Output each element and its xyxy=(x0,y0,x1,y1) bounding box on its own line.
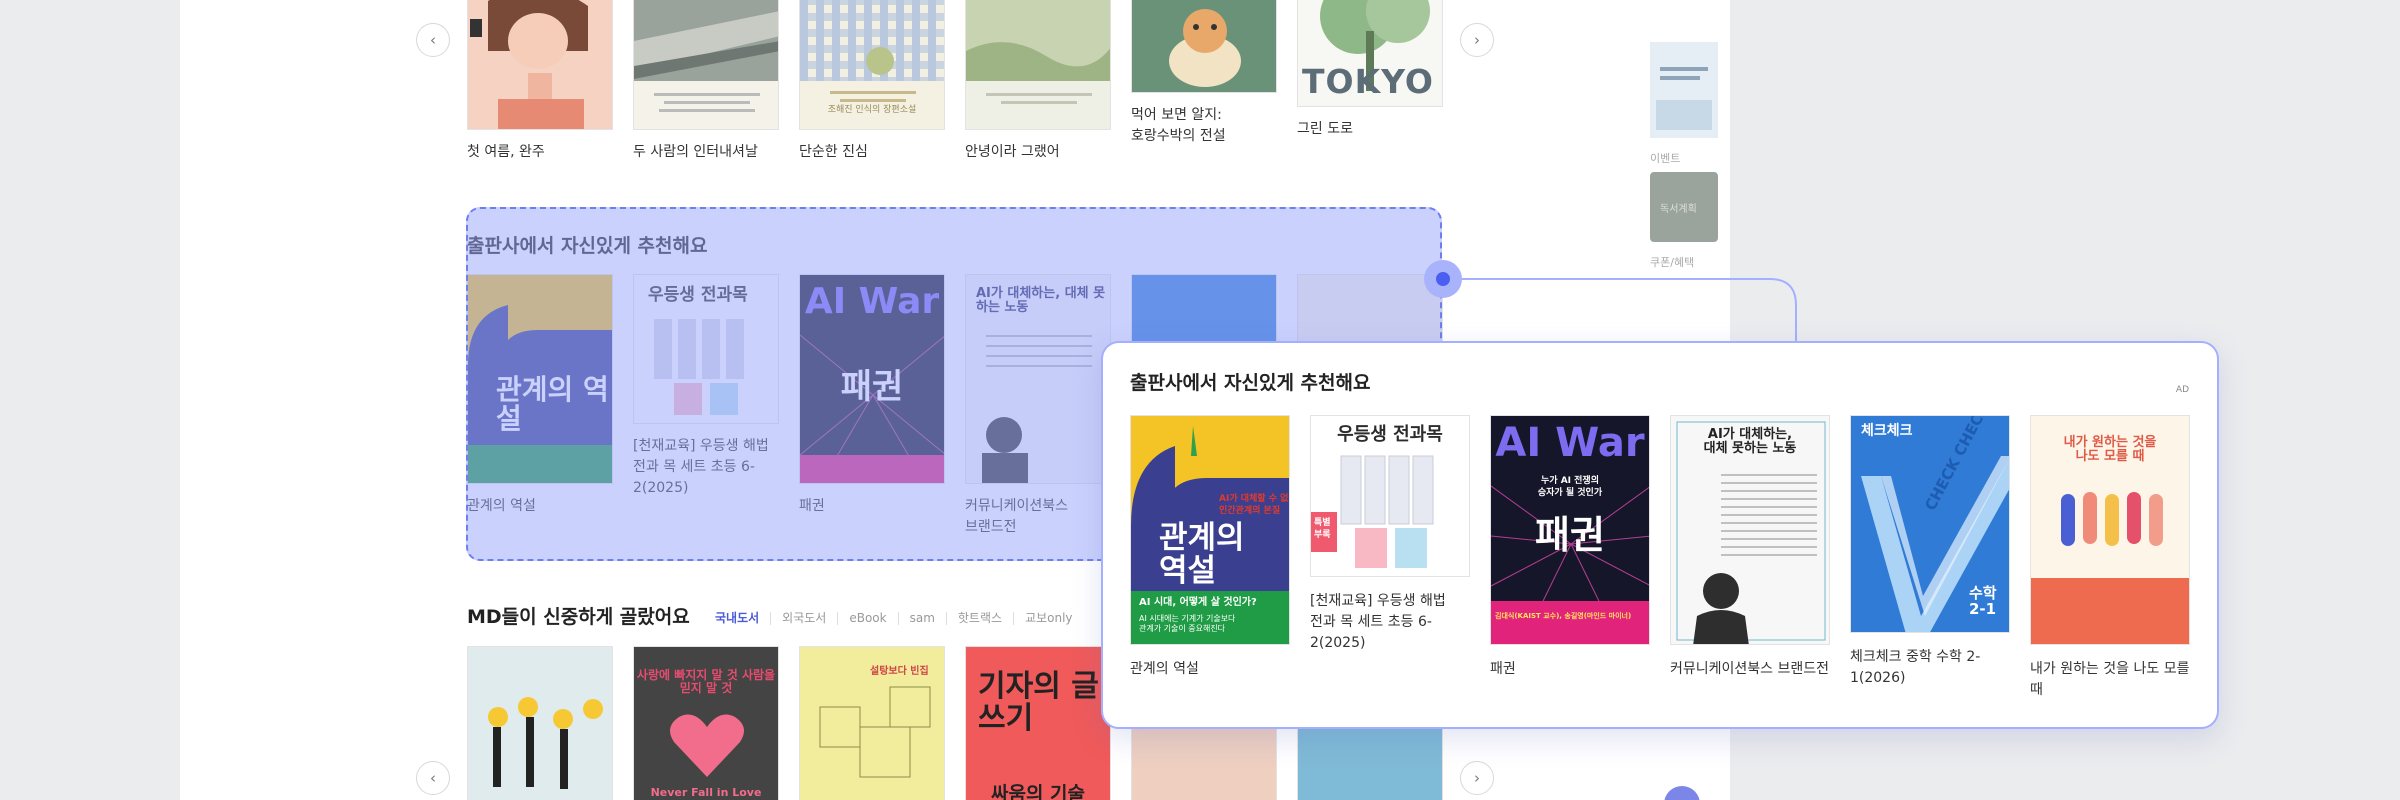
book-cover[interactable]: 내가 원하는 것을 나도 모를 때 xyxy=(2030,415,2190,645)
book-title[interactable]: [천재교육] 우등생 해법 전과 목 세트 초등 6-2(2025) xyxy=(1310,591,1470,654)
cover-grade: 수학 2-1 xyxy=(1969,584,1997,618)
book-item[interactable]: 내가 원하는 것을 나도 모를 때 내가 원하는 것을 나도 모를 때 xyxy=(2030,415,2190,701)
book-cover[interactable]: 우등생 전과목 특별 부록 xyxy=(1310,415,1470,577)
book-title[interactable]: 체크체크 중학 수학 2-1(2026) xyxy=(1850,647,2010,689)
book-item[interactable]: 우등생 전과목 특별 부록 [천재교육] 우등생 해법 전과 목 세트 초등 6… xyxy=(1310,415,1470,654)
book-title[interactable]: 패권 xyxy=(1490,659,1650,680)
ad-badge: AD xyxy=(2175,385,2189,395)
cover-title: 내가 원하는 것을 나도 모를 때 xyxy=(2063,435,2157,464)
book-item[interactable]: AI가 대체하는, 대체 못하는 노동 커뮤니케이션북스 브랜드전 xyxy=(1670,415,1830,680)
cover-illustration xyxy=(1311,455,1434,568)
cover-title: AI가 대체하는, 대체 못하는 노동 xyxy=(1703,427,1797,456)
book-cover[interactable]: AI War 누가 AI 전쟁의 승자가 될 것인가 패권 김대식(KAIST … xyxy=(1490,415,1650,645)
book-item[interactable]: 체크체크 CHECK CHECK 수학 2-1 체크체크 중학 수학 2-1(2… xyxy=(1850,415,2010,689)
popup-section-title: 출판사에서 자신있게 추천해요 xyxy=(1130,372,1371,394)
book-cover[interactable]: AI가 대체하는, 대체 못하는 노동 xyxy=(1670,415,1830,645)
cover-tagline: 누가 AI 전쟁의 승자가 될 것인가 xyxy=(1537,476,1603,498)
book-title[interactable]: 커뮤니케이션북스 브랜드전 xyxy=(1670,659,1830,680)
book-item[interactable]: AI War 누가 AI 전쟁의 승자가 될 것인가 패권 김대식(KAIST … xyxy=(1490,415,1650,680)
cover-title: 관계의 역설 xyxy=(1159,520,1245,589)
cover-title-kor: 패권 xyxy=(1535,513,1605,557)
cover-title: 체크체크 xyxy=(1861,423,1913,439)
book-item[interactable]: AI가 대체할 수 없는 인간관계의 본질 관계의 역설 AI 시대, 어떻게 … xyxy=(1130,415,1290,680)
book-cover[interactable]: 체크체크 CHECK CHECK 수학 2-1 xyxy=(1850,415,2010,633)
cover-tagline: AI가 대체할 수 없는 인간관계의 본질 xyxy=(1219,494,1289,516)
cover-authors: 김대식(KAIST 교수), 송길영(마인드 마이너) xyxy=(1495,612,1632,620)
cover-description: AI 시대에는 기계가 기술보다 관계가 기술이 중요해진다 xyxy=(1139,614,1236,634)
book-title[interactable]: 관계의 역설 xyxy=(1130,659,1290,680)
highlight-anchor-dot xyxy=(1424,260,1462,298)
section-zoom-popup: 출판사에서 자신있게 추천해요 AD AI가 대체할 수 없는 인간관계의 본질… xyxy=(1101,341,2219,729)
cover-subtitle: AI 시대, 어떻게 살 것인가? xyxy=(1139,597,1257,608)
book-cover[interactable]: AI가 대체할 수 없는 인간관계의 본질 관계의 역설 AI 시대, 어떻게 … xyxy=(1130,415,1290,645)
cover-title: AI War xyxy=(1495,420,1645,466)
cover-badge: 특별 부록 xyxy=(1314,518,1331,540)
book-title[interactable]: 내가 원하는 것을 나도 모를 때 xyxy=(2030,659,2190,701)
